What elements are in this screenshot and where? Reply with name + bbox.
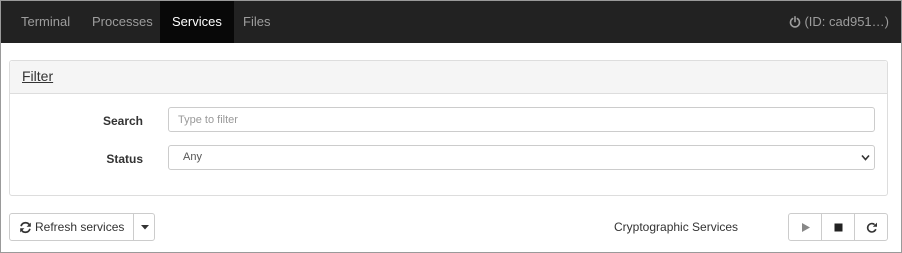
filter-panel: Filter Search Status Any <box>9 60 888 196</box>
session-id-label: (ID: cad951…) <box>804 14 889 29</box>
play-icon <box>802 223 810 232</box>
power-icon <box>790 16 801 28</box>
filter-panel-heading: Filter <box>10 61 887 94</box>
start-service-button[interactable] <box>788 213 822 241</box>
caret-down-icon <box>141 225 149 230</box>
search-input[interactable] <box>168 107 875 132</box>
stop-service-button[interactable] <box>821 213 855 241</box>
stop-icon <box>834 223 843 232</box>
restart-icon <box>866 222 877 233</box>
status-select[interactable]: Any <box>168 145 875 170</box>
status-select-value: Any <box>183 151 202 163</box>
search-label: Search <box>102 114 143 128</box>
selected-service-name: Cryptographic Services <box>614 220 739 234</box>
refresh-options-dropdown[interactable] <box>133 213 155 241</box>
tab-files[interactable]: Files <box>231 1 282 43</box>
filter-toggle-link[interactable]: Filter <box>22 68 53 84</box>
refresh-icon <box>20 221 31 234</box>
chevron-down-icon <box>861 154 870 161</box>
status-label: Status <box>106 152 143 166</box>
refresh-services-button[interactable]: Refresh services <box>9 213 134 241</box>
tab-services[interactable]: Services <box>160 1 234 43</box>
restart-service-button[interactable] <box>854 213 888 241</box>
tab-processes[interactable]: Processes <box>80 1 165 43</box>
session-indicator[interactable]: (ID: cad951…) <box>789 1 889 43</box>
tab-terminal[interactable]: Terminal <box>9 1 82 43</box>
refresh-services-label: Refresh services <box>35 220 125 234</box>
top-navbar: Terminal Processes Services Files (ID: c… <box>1 1 901 43</box>
